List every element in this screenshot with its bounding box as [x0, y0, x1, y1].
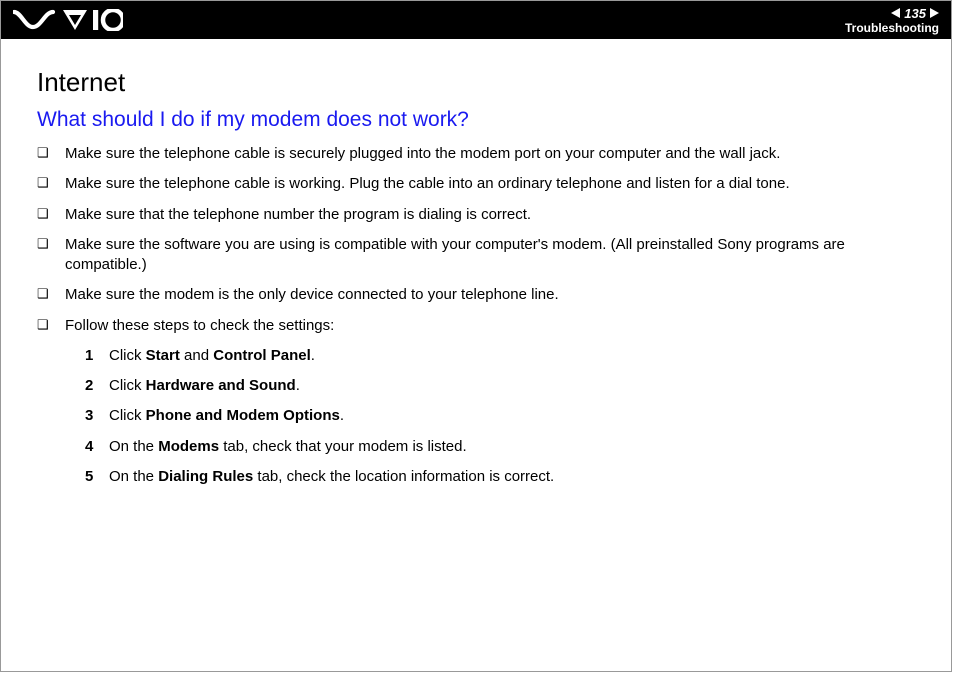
step-text: On the Dialing Rules tab, check the loca… — [109, 467, 915, 487]
vaio-logo — [13, 9, 123, 31]
section-title: Internet — [37, 67, 915, 98]
step-number: 1 — [85, 346, 109, 366]
list-item: ❑ Make sure the modem is the only device… — [37, 285, 915, 305]
bullet-text: Make sure that the telephone number the … — [65, 205, 915, 225]
step-item: 2 Click Hardware and Sound. — [85, 376, 915, 396]
prev-page-arrow-icon[interactable] — [891, 8, 900, 18]
section-link[interactable]: Troubleshooting — [845, 22, 939, 34]
list-item: ❑ Make sure the telephone cable is worki… — [37, 174, 915, 194]
step-text: Click Phone and Modem Options. — [109, 406, 915, 426]
bullet-text: Make sure the modem is the only device c… — [65, 285, 915, 305]
bullet-icon: ❑ — [37, 285, 65, 303]
step-item: 4 On the Modems tab, check that your mod… — [85, 437, 915, 457]
list-item: ❑ Make sure the telephone cable is secur… — [37, 144, 915, 164]
question-heading: What should I do if my modem does not wo… — [37, 108, 915, 132]
step-item: 1 Click Start and Control Panel. — [85, 346, 915, 366]
next-page-arrow-icon[interactable] — [930, 8, 939, 18]
bullet-icon: ❑ — [37, 174, 65, 192]
bullet-text: Follow these steps to check the settings… — [65, 316, 915, 336]
step-text: Click Start and Control Panel. — [109, 346, 915, 366]
step-number: 2 — [85, 376, 109, 396]
content-area: Internet What should I do if my modem do… — [1, 39, 951, 487]
step-item: 3 Click Phone and Modem Options. — [85, 406, 915, 426]
bullet-text: Make sure the telephone cable is securel… — [65, 144, 915, 164]
header-right: 135 Troubleshooting — [845, 7, 939, 34]
bullet-icon: ❑ — [37, 235, 65, 253]
step-text: Click Hardware and Sound. — [109, 376, 915, 396]
step-item: 5 On the Dialing Rules tab, check the lo… — [85, 467, 915, 487]
page-number: 135 — [904, 7, 926, 20]
list-item: ❑ Make sure that the telephone number th… — [37, 205, 915, 225]
list-item: ❑ Make sure the software you are using i… — [37, 235, 915, 276]
step-number: 3 — [85, 406, 109, 426]
page-nav: 135 — [891, 7, 939, 20]
bullet-text: Make sure the telephone cable is working… — [65, 174, 915, 194]
document-page: { "header": { "page_number": "135", "sec… — [0, 0, 952, 672]
header-bar: 135 Troubleshooting — [1, 1, 951, 39]
list-item: ❑ Follow these steps to check the settin… — [37, 316, 915, 336]
step-text: On the Modems tab, check that your modem… — [109, 437, 915, 457]
steps-list: 1 Click Start and Control Panel. 2 Click… — [37, 346, 915, 487]
bullet-list: ❑ Make sure the telephone cable is secur… — [37, 144, 915, 336]
step-number: 5 — [85, 467, 109, 487]
bullet-icon: ❑ — [37, 316, 65, 334]
step-number: 4 — [85, 437, 109, 457]
bullet-text: Make sure the software you are using is … — [65, 235, 915, 276]
bullet-icon: ❑ — [37, 144, 65, 162]
bullet-icon: ❑ — [37, 205, 65, 223]
